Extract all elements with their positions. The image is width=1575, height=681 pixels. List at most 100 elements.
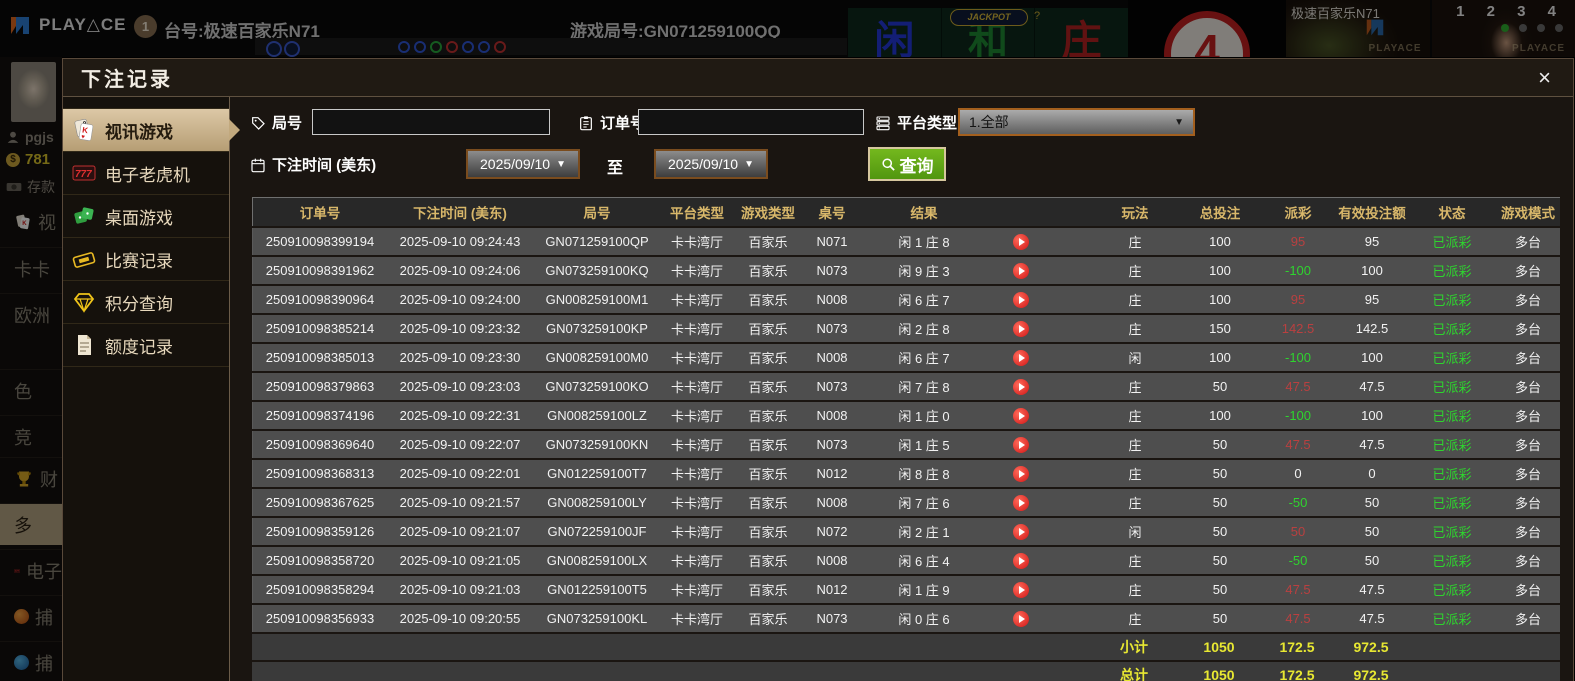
cell-valid-bet: 0: [1368, 466, 1376, 481]
replay-button[interactable]: [1013, 581, 1029, 598]
table-row: 250910098399194 2025-09-10 09:24:43 GN07…: [252, 228, 1560, 255]
platform-select[interactable]: 1.全部 ▼: [958, 108, 1195, 136]
cell-table: N012: [816, 582, 848, 597]
cell-round: GN073259100KN: [545, 437, 649, 452]
cell-mode: 多台: [1514, 235, 1541, 250]
payout-cell: -100: [1284, 350, 1312, 365]
status-badge: 已派彩: [1432, 264, 1472, 279]
subtotal-row: 小计 1050 172.5 972.5: [252, 634, 1560, 660]
cell-platform: 卡卡湾厅: [670, 322, 723, 337]
table-row: 250910098367625 2025-09-10 09:21:57 GN00…: [252, 489, 1560, 516]
replay-button[interactable]: [1013, 494, 1029, 511]
status-badge: 已派彩: [1432, 583, 1472, 598]
cell-game-type: 百家乐: [748, 583, 788, 598]
cell-order-id: 250910098385013: [265, 350, 375, 365]
result-text: 闲 6 庄 7: [898, 351, 950, 366]
cell-play: 庄: [1128, 409, 1142, 424]
cell-play: 闲: [1128, 351, 1142, 366]
replay-button[interactable]: [1013, 465, 1029, 482]
replay-button[interactable]: [1013, 262, 1029, 279]
replay-button[interactable]: [1013, 349, 1029, 366]
platform-filter-label: 平台类型: [875, 112, 957, 133]
search-button-label: 查询: [899, 156, 934, 176]
col-payout: 派彩: [1284, 206, 1312, 221]
menu-item-label: 积分查询: [105, 294, 173, 314]
cell-valid-bet: 142.5: [1355, 321, 1389, 336]
close-icon[interactable]: ×: [1538, 66, 1551, 89]
replay-button[interactable]: [1013, 378, 1029, 395]
cell-round: GN071259100QP: [545, 234, 649, 249]
status-badge: 已派彩: [1432, 525, 1472, 540]
payout-cell: 47.5: [1285, 379, 1311, 394]
cell-total-bet: 100: [1209, 234, 1231, 249]
replay-button[interactable]: [1013, 291, 1029, 308]
result-text: 闲 6 庄 7: [898, 293, 950, 308]
cell-play: 庄: [1128, 467, 1142, 482]
col-round: 局号: [583, 206, 611, 221]
col-status: 状态: [1438, 206, 1466, 221]
cell-result: 闲 2 庄 1: [861, 518, 1091, 545]
cell-mode: 多台: [1514, 380, 1541, 395]
date-from-select[interactable]: 2025/09/10 ▼: [466, 149, 580, 179]
cell-bet-time: 2025-09-10 09:23:03: [399, 379, 521, 394]
cell-round: GN008259100M1: [545, 292, 649, 307]
status-badge: 已派彩: [1432, 554, 1472, 569]
col-game-type: 游戏类型: [741, 206, 795, 221]
cell-mode: 多台: [1514, 409, 1541, 424]
cell-order-id: 250910098374196: [265, 408, 375, 423]
replay-button[interactable]: [1013, 407, 1029, 424]
payout-cell: -50: [1288, 553, 1308, 568]
menu-item-match-records[interactable]: 比赛记录: [63, 238, 229, 281]
round-filter-label: 局号: [250, 112, 302, 133]
date-from-value: 2025/09/10: [480, 156, 551, 172]
replay-button[interactable]: [1013, 233, 1029, 250]
order-input[interactable]: [638, 109, 864, 135]
replay-button[interactable]: [1013, 320, 1029, 337]
cell-total-bet: 50: [1212, 524, 1228, 539]
cell-table: N072: [816, 524, 848, 539]
menu-item-quota-records[interactable]: 额度记录: [63, 324, 229, 367]
payout-cell: 95: [1290, 292, 1306, 307]
cell-result: 闲 1 庄 8: [861, 228, 1091, 255]
menu-item-label: 额度记录: [105, 337, 173, 357]
modal-titlebar: 下注记录 ×: [63, 59, 1573, 97]
cell-bet-time: 2025-09-10 09:23:32: [399, 321, 521, 336]
search-icon: [881, 157, 895, 171]
svg-text:777: 777: [75, 169, 92, 180]
cell-platform: 卡卡湾厅: [670, 525, 723, 540]
status-badge: 已派彩: [1432, 322, 1472, 337]
cell-order-id: 250910098358294: [265, 582, 375, 597]
table-row: 250910098358720 2025-09-10 09:21:05 GN00…: [252, 547, 1560, 574]
cell-valid-bet: 95: [1364, 292, 1380, 307]
cell-table: N071: [816, 234, 848, 249]
order-filter-label: 订单号: [578, 112, 645, 133]
date-to-select[interactable]: 2025/09/10 ▼: [654, 149, 768, 179]
col-mode: 游戏模式: [1501, 206, 1555, 221]
status-badge: 已派彩: [1432, 409, 1472, 424]
replay-button[interactable]: [1013, 436, 1029, 453]
payout-cell: 142.5: [1281, 321, 1315, 336]
replay-button[interactable]: [1013, 523, 1029, 540]
round-input[interactable]: [312, 109, 550, 135]
cell-play: 闲: [1128, 525, 1142, 540]
menu-item-points-query[interactable]: 积分查询: [63, 281, 229, 324]
replay-button[interactable]: [1013, 610, 1029, 627]
status-badge: 已派彩: [1432, 612, 1472, 627]
menu-item-video-games[interactable]: 9 K ♥ 视讯游戏: [63, 108, 240, 152]
search-button[interactable]: 查询: [868, 147, 946, 181]
cell-total-bet: 50: [1212, 379, 1228, 394]
diamond-icon: [73, 293, 95, 313]
menu-item-slots[interactable]: 777 电子老虎机: [63, 152, 229, 195]
result-text: 闲 1 庄 0: [898, 409, 950, 424]
document-icon: [78, 335, 91, 355]
result-text: 闲 0 庄 6: [898, 612, 950, 627]
cell-play: 庄: [1128, 583, 1142, 598]
cards-icon: 9 K ♥: [74, 118, 94, 141]
cell-mode: 多台: [1514, 293, 1541, 308]
replay-button[interactable]: [1013, 552, 1029, 569]
menu-item-table-games[interactable]: 桌面游戏: [63, 195, 229, 238]
chevron-down-icon: ▼: [556, 158, 566, 170]
status-badge: 已派彩: [1432, 293, 1472, 308]
cell-platform: 卡卡湾厅: [670, 583, 723, 598]
cell-platform: 卡卡湾厅: [670, 264, 723, 279]
